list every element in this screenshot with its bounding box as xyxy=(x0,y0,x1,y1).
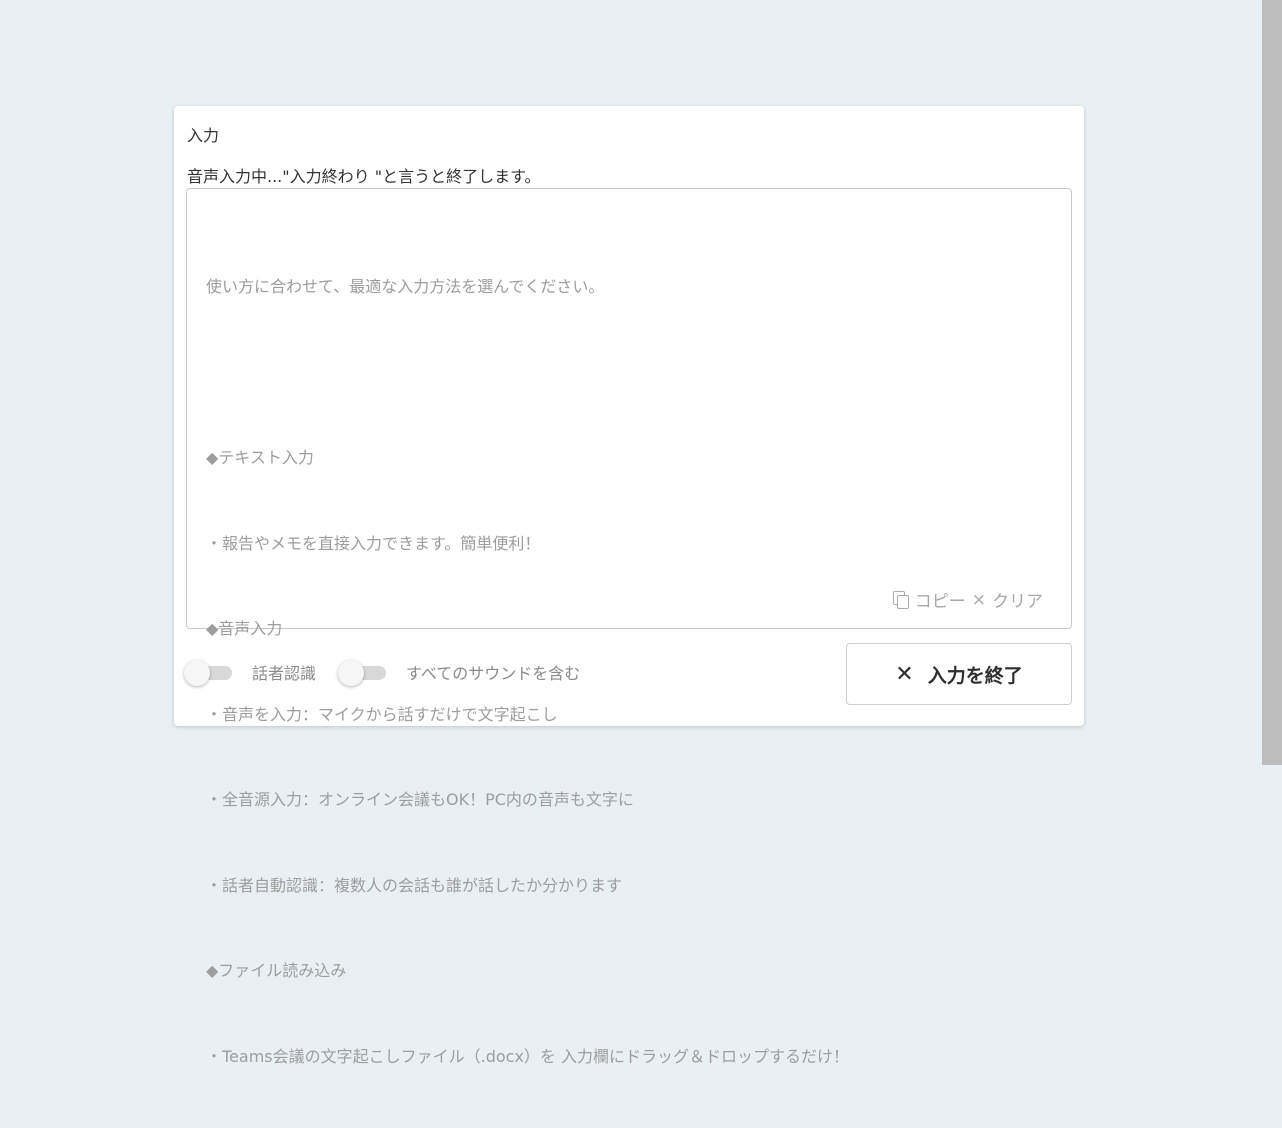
placeholder-line: ・話者自動認識：複数人の会話も誰が話したか分かります xyxy=(206,875,623,895)
placeholder-line xyxy=(206,359,1056,388)
copy-icon[interactable] xyxy=(892,590,909,609)
placeholder-line: ・全音源入力：オンライン会議もOK！PC内の音声も文字に xyxy=(206,790,634,809)
input-panel: 入力 音声入力中..."入力終わり "と言うと終了します。 使い方に合わせて、最… xyxy=(174,106,1084,1066)
placeholder-line: ◆テキスト入力 xyxy=(206,448,314,467)
include-all-sound-label: すべてのサウンドを含む xyxy=(406,664,581,683)
clear-button[interactable]: クリア xyxy=(992,587,1043,612)
include-all-sound-toggle[interactable] xyxy=(338,659,388,686)
speaker-recognition-toggle[interactable] xyxy=(184,659,234,686)
close-icon[interactable]: × xyxy=(972,590,986,610)
scrollbar-thumb[interactable] xyxy=(1262,0,1282,765)
placeholder-line: ・Teams会議の文字起こしファイル（.docx）を 入力欄にドラッグ＆ドロップ… xyxy=(206,1046,850,1066)
panel-title: 入力 xyxy=(187,126,220,145)
input-textarea[interactable]: 使い方に合わせて、最適な入力方法を選んでください。 ◆テキスト入力 ・報告やメモ… xyxy=(186,188,1072,1066)
end-input-button[interactable]: ✕ 入力を終了 xyxy=(846,643,1072,705)
textarea-actions: コピー × クリア xyxy=(892,587,1043,612)
placeholder-line: ◆音声入力 xyxy=(206,619,283,638)
placeholder-line: 使い方に合わせて、最適な入力方法を選んでください。 xyxy=(206,277,605,296)
end-input-label: 入力を終了 xyxy=(927,664,1023,687)
copy-button[interactable]: コピー xyxy=(915,587,966,612)
close-icon: ✕ xyxy=(895,661,914,687)
toggle-row: 話者認識 すべてのサウンドを含む xyxy=(184,659,602,686)
voice-input-status: 音声入力中..."入力終わり "と言うと終了します。 xyxy=(187,167,541,186)
scrollbar[interactable] xyxy=(1262,0,1282,765)
speaker-recognition-label: 話者認識 xyxy=(252,664,317,683)
placeholder-line: ◆ファイル読み込み xyxy=(206,961,347,980)
placeholder-line: ・報告やメモを直接入力できます。簡単便利！ xyxy=(206,533,541,553)
